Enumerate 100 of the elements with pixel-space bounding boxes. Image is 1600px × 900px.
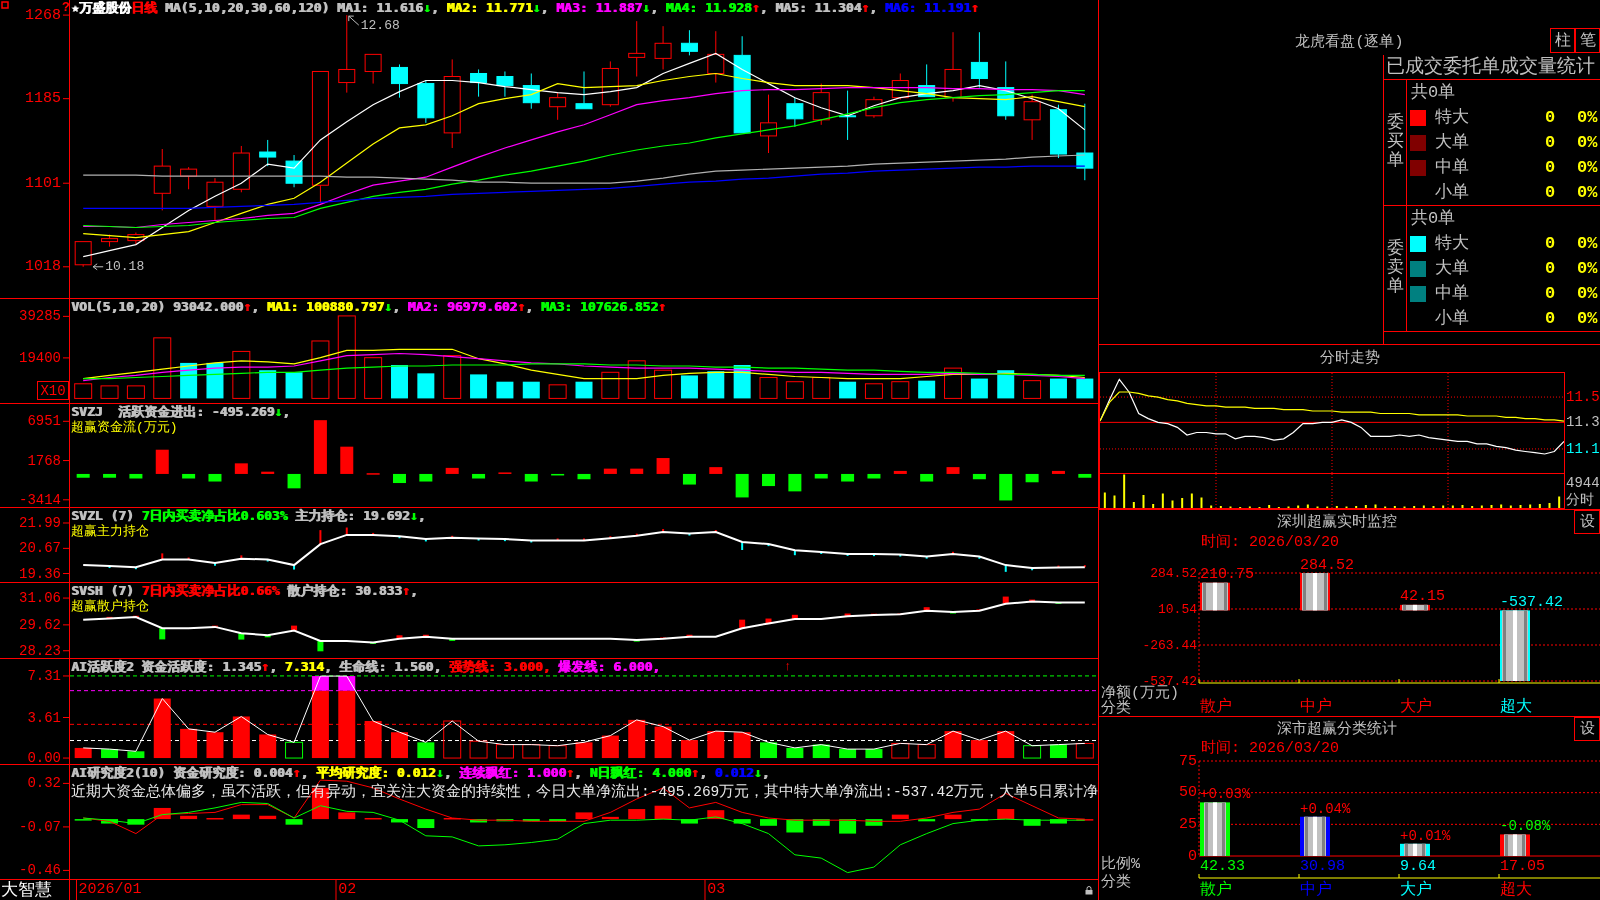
indicator-legend: VOL(5,10,20) 93042.000↑, MA1: 100880.797↓, MA2: 96979.602↑, MA3: 107626.852↑ (71, 299, 666, 315)
order-total: 共0单 (1411, 210, 1456, 227)
change-label: +0.01% (1400, 827, 1451, 844)
section-title: 分时走势 (1319, 351, 1380, 366)
axis-tick-label: 19.36 (19, 565, 61, 582)
axis-title: 比例% (1101, 855, 1140, 873)
order-count: 0 (1543, 285, 1557, 302)
axis-tick-label: -263.44 (1142, 637, 1197, 653)
signal-arrow: ↑ (783, 659, 792, 674)
axis-tick-label: -3414 (19, 491, 61, 507)
volume-title: 分时 (1566, 492, 1594, 508)
indicator-subtitle: 超赢资金流(万元) (71, 420, 178, 436)
axis-tick-label: 0.32 (27, 775, 61, 792)
value-label: 17.05 (1500, 857, 1545, 875)
axis-tick-label: 39285 (19, 308, 61, 325)
order-percent: 0% (1577, 109, 1598, 126)
order-type: 中单 (1434, 159, 1470, 176)
section-title: 深圳超赢实时监控 (1276, 514, 1397, 530)
price-annotation: 12.68 (360, 17, 400, 33)
axis-tick-label: 7.31 (27, 667, 61, 684)
axis-tick-label: 25 (1179, 815, 1197, 833)
timestamp: 时间: 2026/03/20 (1201, 535, 1340, 550)
category-label: 散户 (1200, 698, 1232, 716)
order-percent: 0% (1577, 285, 1598, 302)
axis-tick-label: 3.61 (27, 709, 61, 726)
timestamp: 时间: 2026/03/20 (1201, 740, 1340, 756)
axis-tick-label: 11.5 (1566, 389, 1600, 406)
axis-tick-label: 1018 (25, 258, 61, 276)
axis-tick-label: 31.06 (19, 590, 61, 607)
category-label: 超大 (1500, 881, 1532, 899)
axis-tick-label: 29.62 (19, 616, 61, 633)
change-label: +0.03% (1200, 786, 1251, 803)
category-label: 中户 (1300, 881, 1332, 899)
order-percent: 0% (1577, 310, 1598, 327)
order-count: 0 (1543, 310, 1557, 327)
group-label: 委卖单 (1386, 240, 1404, 297)
date-label: 03 (704, 880, 728, 900)
indicator-legend: AI活跃度2 资金活跃度: 1.345↑, 7.314, 生命线: 1.560, 强势线: 3.000, 爆发线: 6.000, (71, 659, 660, 675)
value-label: 210.75 (1200, 566, 1254, 584)
order-type: 特大 (1434, 235, 1470, 252)
value-label: 42.33 (1200, 857, 1245, 875)
axis-tick-label: -0.46 (19, 862, 61, 879)
indicator-legend: SVZJ 活跃资金进出: -495.269↓, (71, 404, 290, 420)
order-percent: 0% (1577, 235, 1598, 252)
order-count: 0 (1543, 134, 1557, 151)
panel-title: 龙虎看盘(逐单) (1295, 35, 1404, 50)
group-label: 委买单 (1386, 114, 1404, 171)
order-type: 大单 (1434, 260, 1470, 277)
category-label: 散户 (1200, 881, 1232, 899)
order-type: 小单 (1434, 310, 1470, 327)
category-label: 大户 (1400, 881, 1432, 899)
order-percent: 0% (1577, 159, 1598, 176)
axis-tick-label: 1268 (25, 6, 61, 24)
axis-tick-label: 10.54 (1158, 601, 1197, 617)
price-annotation: 10.18 (105, 259, 145, 275)
order-total: 共0单 (1411, 84, 1456, 101)
order-count: 0 (1543, 235, 1557, 252)
axis-tick-label: 6951 (27, 413, 61, 430)
value-label: 284.52 (1300, 556, 1354, 574)
axis-tick-label: 284.52 (1150, 565, 1197, 581)
indicator-legend: ★万盛股份日线 MA(5,10,20,30,60,120) MA1: 11.616↓, MA2: 11.771↓, MA3: 11.887↓, MA4: 11.928↑, MA5: 11.304↑, MA6: 11.191↑ (71, 0, 979, 16)
value-label: 30.98 (1300, 857, 1345, 875)
axis-tick-label: 20.67 (19, 540, 61, 557)
change-label: +0.04% (1300, 800, 1351, 817)
scale-indicator: X10 (37, 381, 69, 400)
order-percent: 0% (1577, 134, 1598, 151)
category-label: 超大 (1500, 698, 1532, 716)
axis-tick-label: 0 (1188, 847, 1197, 865)
axis-title: 分类 (1101, 873, 1131, 891)
brand-label: 大智慧 (1, 881, 52, 899)
order-type: 中单 (1434, 285, 1470, 302)
order-type: 小单 (1434, 184, 1470, 201)
date-label: 02 (335, 880, 359, 900)
axis-tick-label: -0.07 (19, 818, 61, 835)
axis-tick-label: 11.1 (1566, 440, 1600, 457)
axis-tick-label: 75 (1179, 752, 1197, 770)
table-title: 已成交委托单成交量统计 (1386, 57, 1595, 77)
change-label: -0.08% (1500, 818, 1551, 835)
axis-tick-label: 28.23 (19, 642, 61, 658)
section-title: 深市超赢分类统计 (1276, 721, 1397, 737)
value-label: 9.64 (1400, 857, 1436, 875)
order-count: 0 (1543, 184, 1557, 201)
category-label: 中户 (1300, 698, 1332, 716)
order-count: 0 (1543, 159, 1557, 176)
category-label: 大户 (1400, 698, 1432, 716)
volume-label: 4944 (1566, 475, 1600, 491)
order-count: 0 (1543, 109, 1557, 126)
indicator-subtitle: 超赢散户持仓 (71, 599, 149, 615)
indicator-legend: AI研究度2(10) 资金研究度: 0.004↑, 平均研究度: 0.012↓, 连续飘红: 1.000↑, N日飘红: 4.000↑, 0.012↓, (71, 765, 770, 781)
axis-tick-label: 21.99 (19, 515, 61, 531)
indicator-legend: SVSH (7) 7日内买卖净占比0.66% 散户持仓: 30.833↑, (71, 583, 418, 599)
order-percent: 0% (1577, 184, 1598, 201)
axis-tick-label: 0.00 (27, 750, 61, 764)
order-count: 0 (1543, 260, 1557, 277)
order-percent: 0% (1577, 260, 1598, 277)
axis-tick-label: 11.3 (1566, 414, 1600, 431)
order-type: 大单 (1434, 134, 1470, 151)
indicator-legend: SVZL (7) 7日内买卖净占比0.603% 主力持仓: 19.692↓, (71, 508, 426, 524)
date-label: 2026/01 (75, 880, 144, 900)
value-label: 42.15 (1400, 588, 1445, 606)
